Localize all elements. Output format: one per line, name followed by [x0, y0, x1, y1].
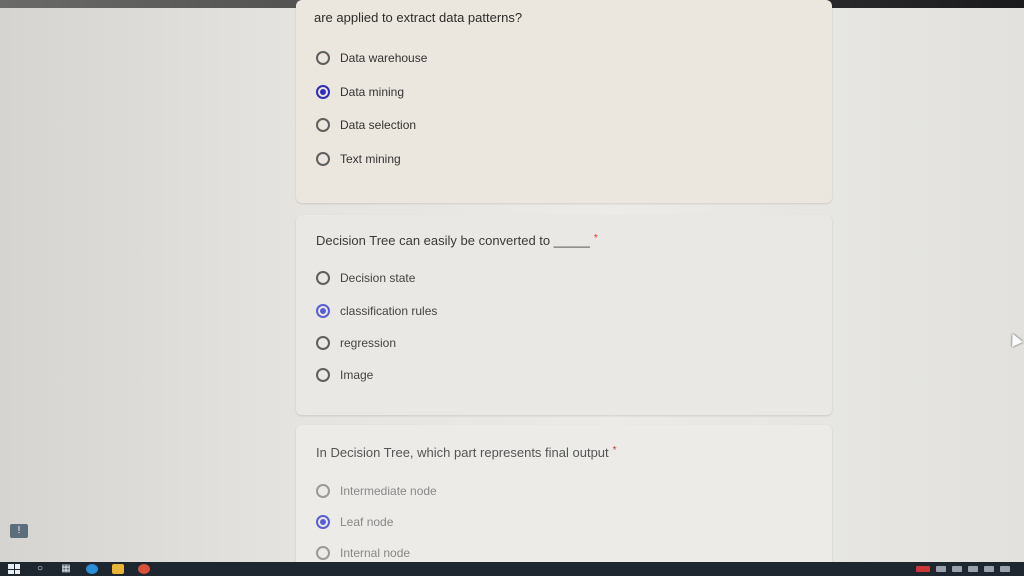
option-label: Data mining [340, 85, 405, 99]
radio-button-selected[interactable] [316, 304, 330, 318]
option-classification-rules[interactable]: classification rules [316, 301, 437, 321]
option-regression[interactable]: regression [316, 333, 396, 353]
option-data-mining[interactable]: Data mining [316, 82, 404, 102]
option-label: Image [340, 368, 374, 382]
mouse-cursor-icon [1007, 331, 1023, 347]
windows-start-icon[interactable] [8, 564, 20, 574]
edge-browser-icon[interactable] [86, 564, 98, 574]
radio-button[interactable] [316, 546, 330, 560]
feedback-icon[interactable]: ! [10, 524, 28, 538]
tray-item[interactable] [936, 566, 946, 572]
radio-button[interactable] [316, 368, 330, 382]
windows-taskbar: ○ ▦ [0, 562, 1024, 576]
radio-button[interactable] [316, 271, 330, 285]
option-leaf-node[interactable]: Leaf node [316, 512, 393, 532]
option-label: Internal node [340, 546, 411, 560]
option-label: Data warehouse [340, 51, 428, 65]
file-explorer-icon[interactable] [112, 564, 124, 574]
option-label: Data selection [340, 118, 417, 132]
task-view-icon[interactable]: ▦ [60, 564, 72, 574]
option-label: Intermediate node [340, 484, 437, 498]
option-intermediate-node[interactable]: Intermediate node [316, 481, 437, 501]
chrome-icon[interactable] [138, 564, 150, 574]
option-label: regression [340, 336, 397, 350]
question-text: Decision Tree can easily be converted to… [316, 233, 598, 248]
search-icon[interactable]: ○ [34, 564, 46, 574]
radio-button[interactable] [316, 152, 330, 166]
option-text-mining[interactable]: Text mining [316, 149, 401, 169]
tray-item[interactable] [952, 566, 962, 572]
network-icon[interactable] [968, 566, 978, 572]
radio-button[interactable] [316, 336, 330, 350]
radio-button[interactable] [316, 51, 330, 65]
option-label: classification rules [340, 304, 438, 318]
weather-icon[interactable] [916, 566, 930, 572]
option-label: Text mining [340, 152, 401, 166]
question-card-1: are applied to extract data patterns? Da… [296, 0, 832, 203]
question-label: In Decision Tree, which part represents … [316, 445, 609, 460]
radio-button-selected[interactable] [316, 85, 330, 99]
question-card-3: In Decision Tree, which part represents … [296, 425, 832, 576]
required-marker: * [593, 233, 598, 244]
question-label: Decision Tree can easily be converted to… [316, 233, 590, 248]
option-label: Leaf node [340, 515, 394, 529]
option-data-selection[interactable]: Data selection [316, 115, 416, 135]
option-data-warehouse[interactable]: Data warehouse [316, 48, 427, 68]
radio-button[interactable] [316, 118, 330, 132]
clock[interactable] [1000, 566, 1010, 572]
radio-button-selected[interactable] [316, 515, 330, 529]
volume-icon[interactable] [984, 566, 994, 572]
radio-button[interactable] [316, 484, 330, 498]
question-text: are applied to extract data patterns? [314, 10, 523, 25]
option-image[interactable]: Image [316, 365, 373, 385]
system-tray [916, 566, 1010, 572]
option-label: Decision state [340, 271, 416, 285]
question-text: In Decision Tree, which part represents … [316, 445, 617, 460]
required-marker: * [612, 445, 617, 456]
option-decision-state[interactable]: Decision state [316, 268, 415, 288]
option-internal-node[interactable]: Internal node [316, 543, 410, 563]
question-card-2: Decision Tree can easily be converted to… [296, 215, 832, 415]
